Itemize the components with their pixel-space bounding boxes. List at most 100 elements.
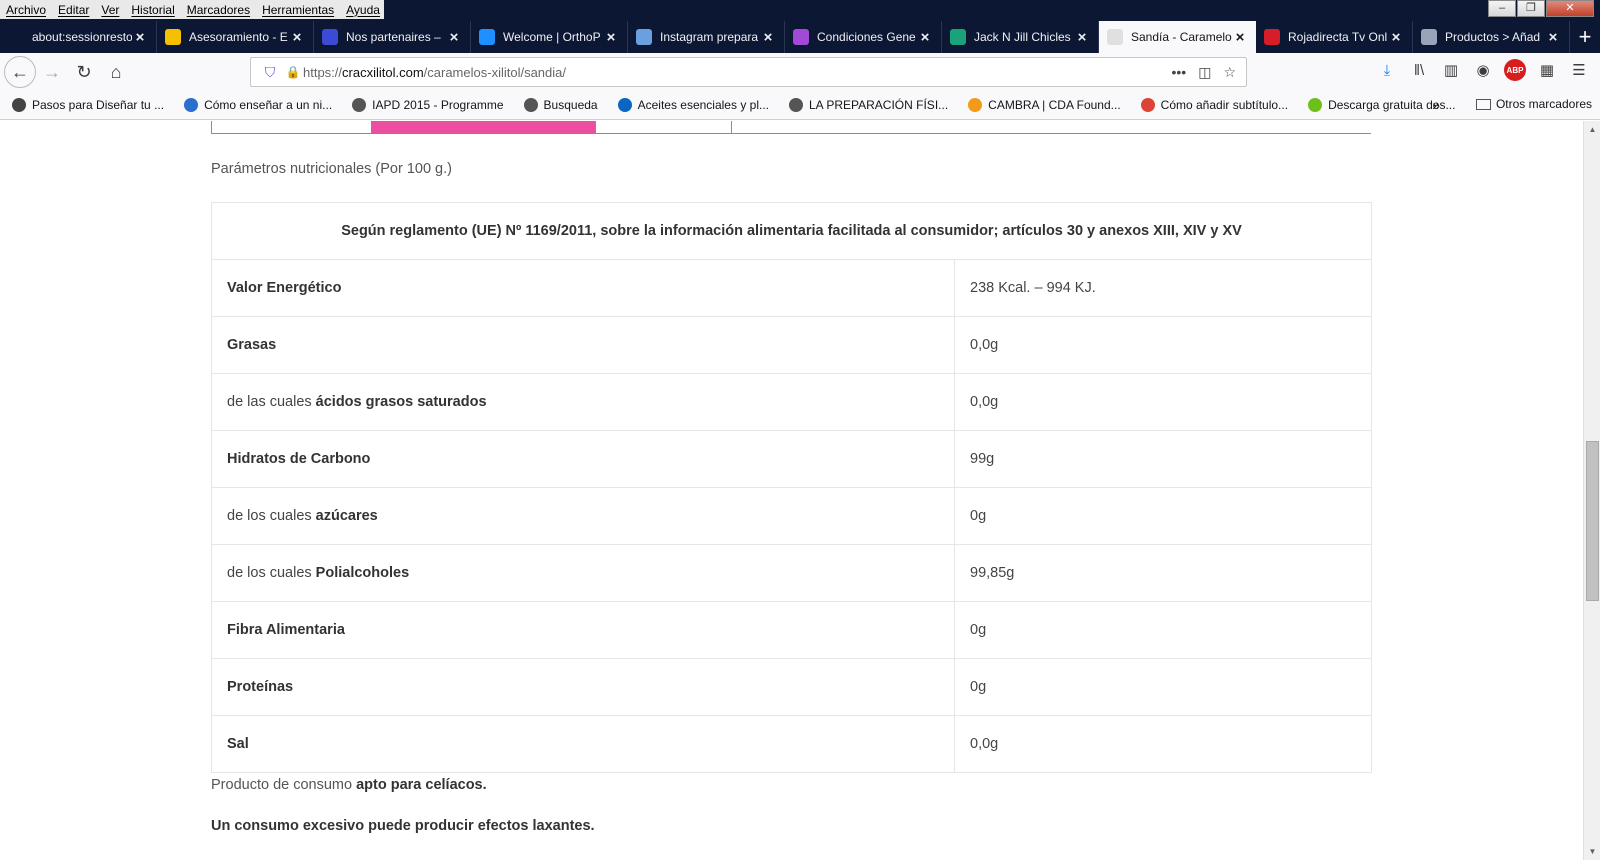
bookmark-label: LA PREPARACIÓN FÍSI... bbox=[809, 98, 949, 112]
forward-button[interactable]: → bbox=[36, 56, 68, 88]
menu-marcadores[interactable]: Marcadores bbox=[181, 3, 256, 17]
bookmark-star-icon[interactable]: ☆ bbox=[1223, 64, 1236, 81]
table-row: Grasas 0,0g bbox=[211, 316, 1372, 374]
home-button[interactable]: ⌂ bbox=[100, 56, 132, 88]
url-bar[interactable]: ⛉ 🔒 https://cracxilitol.com/caramelos-xi… bbox=[250, 57, 1247, 87]
new-tab-button[interactable]: + bbox=[1570, 21, 1600, 53]
table-row: Hidratos de Carbono 99g bbox=[211, 430, 1372, 488]
minimize-button[interactable]: – bbox=[1488, 0, 1516, 17]
sidebar-icon[interactable]: ▥ bbox=[1440, 59, 1462, 81]
reload-button[interactable]: ↻ bbox=[68, 56, 100, 88]
tab-close-icon[interactable]: × bbox=[446, 29, 462, 46]
other-bookmarks-folder[interactable]: Otros marcadores bbox=[1475, 97, 1592, 111]
tab-label: Sandía - Caramelo bbox=[1131, 30, 1232, 44]
nutrient-name: Sal bbox=[211, 715, 955, 773]
browser-tab[interactable]: Sandía - Caramelo × bbox=[1099, 21, 1256, 53]
bookmarks-overflow-icon[interactable]: » bbox=[1432, 97, 1440, 113]
bookmark-favicon-icon bbox=[1140, 98, 1155, 112]
tab-favicon-icon bbox=[950, 29, 966, 45]
tab-close-icon[interactable]: × bbox=[603, 29, 619, 46]
bookmark-item[interactable]: IAPD 2015 - Programme bbox=[340, 98, 511, 112]
account-icon[interactable]: ◉ bbox=[1472, 59, 1494, 81]
bookmark-label: Aceites esenciales y pl... bbox=[637, 98, 769, 112]
browser-tab[interactable]: Productos > Añad × bbox=[1413, 21, 1570, 53]
menu-editar[interactable]: Editar bbox=[52, 3, 95, 17]
tab-close-icon[interactable]: × bbox=[1074, 29, 1090, 46]
bookmark-item[interactable]: Busqueda bbox=[512, 98, 606, 112]
url-text[interactable]: https://cracxilitol.com/caramelos-xilito… bbox=[303, 65, 1171, 80]
navigation-toolbar: ← → ↻ ⌂ ⛉ 🔒 https://cracxilitol.com/cara… bbox=[0, 53, 1600, 91]
browser-tab[interactable]: Asesoramiento - E × bbox=[157, 21, 314, 53]
tab-close-icon[interactable]: × bbox=[289, 29, 305, 46]
pocket-icon[interactable]: ◫ bbox=[1198, 64, 1211, 81]
bookmark-favicon-icon bbox=[789, 98, 803, 112]
page-actions-icon[interactable]: ••• bbox=[1171, 64, 1186, 81]
bookmark-item[interactable]: Cómo enseñar a un ni... bbox=[172, 98, 340, 112]
nutrient-value: 238 Kcal. – 994 KJ. bbox=[954, 259, 1372, 317]
scroll-down-arrow-icon[interactable]: ▼ bbox=[1584, 843, 1600, 860]
bookmark-favicon-icon bbox=[12, 98, 26, 112]
downloads-icon[interactable]: ⤓ bbox=[1376, 59, 1398, 81]
product-tabs-border bbox=[211, 121, 1371, 134]
nutrient-name: Fibra Alimentaria bbox=[211, 601, 955, 659]
table-row: Fibra Alimentaria 0g bbox=[211, 601, 1372, 659]
menu-ayuda[interactable]: Ayuda bbox=[340, 3, 386, 17]
bookmark-item[interactable]: Aceites esenciales y pl... bbox=[606, 98, 777, 112]
tracking-shield-icon[interactable]: ⛉ bbox=[257, 64, 283, 81]
page-scrollbar[interactable]: ▲ ▼ bbox=[1583, 121, 1600, 860]
menu-bar: Archivo Editar Ver Historial Marcadores … bbox=[0, 0, 384, 19]
close-window-button[interactable]: ✕ bbox=[1546, 0, 1594, 17]
bookmark-item[interactable]: CAMBRA | CDA Found... bbox=[956, 98, 1129, 112]
nutrient-value: 0,0g bbox=[954, 373, 1372, 431]
nutrient-label: Grasas bbox=[227, 337, 277, 353]
bookmark-item[interactable]: LA PREPARACIÓN FÍSI... bbox=[777, 98, 956, 112]
nutrient-label: Sal bbox=[227, 736, 249, 752]
menu-ver[interactable]: Ver bbox=[95, 3, 125, 17]
bookmark-favicon-icon bbox=[523, 98, 538, 112]
browser-tab[interactable]: Welcome | OrthoP × bbox=[471, 21, 628, 53]
menu-herramientas[interactable]: Herramientas bbox=[256, 3, 340, 17]
table-row: Sal 0,0g bbox=[211, 715, 1372, 773]
tab-close-icon[interactable]: × bbox=[917, 29, 933, 46]
extensions-icon[interactable]: ▦ bbox=[1536, 59, 1558, 81]
browser-tab[interactable]: Nos partenaires – × bbox=[314, 21, 471, 53]
nutrient-value: 0g bbox=[954, 487, 1372, 545]
bookmark-label: CAMBRA | CDA Found... bbox=[988, 98, 1121, 112]
tab-label: Productos > Añad bbox=[1445, 30, 1541, 44]
bookmark-item[interactable]: Pasos para Diseñar tu ... bbox=[0, 98, 172, 112]
menu-historial[interactable]: Historial bbox=[125, 3, 180, 17]
tab-favicon-icon bbox=[165, 29, 181, 45]
browser-tab[interactable]: Instagram prepara × bbox=[628, 21, 785, 53]
tab-close-icon[interactable]: × bbox=[760, 29, 776, 46]
bookmark-favicon-icon bbox=[617, 98, 632, 112]
maximize-button[interactable]: ❐ bbox=[1517, 0, 1545, 17]
nutrient-prefix: de los cuales bbox=[227, 565, 316, 581]
browser-tab[interactable]: Jack N Jill Chicles | × bbox=[942, 21, 1099, 53]
browser-tab[interactable]: Rojadirecta Tv Onl × bbox=[1256, 21, 1413, 53]
bookmark-favicon-icon bbox=[184, 98, 199, 112]
tab-close-icon[interactable]: × bbox=[132, 29, 148, 46]
bookmark-label: Cómo añadir subtítulo... bbox=[1160, 98, 1289, 112]
tab-close-icon[interactable]: × bbox=[1545, 29, 1561, 46]
tab-label: Condiciones Gene bbox=[817, 30, 916, 44]
scrollbar-thumb[interactable] bbox=[1586, 441, 1599, 601]
lock-icon[interactable]: 🔒 bbox=[283, 65, 303, 79]
browser-tab[interactable]: about:sessionrestore× bbox=[0, 21, 157, 53]
back-button[interactable]: ← bbox=[4, 56, 36, 88]
browser-tab[interactable]: Condiciones Gene × bbox=[785, 21, 942, 53]
bookmark-label: IAPD 2015 - Programme bbox=[372, 98, 504, 112]
product-tab-active[interactable] bbox=[371, 121, 595, 134]
library-icon[interactable]: ‖\ bbox=[1408, 59, 1430, 81]
menu-archivo[interactable]: Archivo bbox=[0, 3, 52, 17]
tab-label: Jack N Jill Chicles | bbox=[974, 30, 1074, 44]
hamburger-menu-icon[interactable]: ☰ bbox=[1568, 59, 1590, 81]
nutrient-name: Valor Energético bbox=[211, 259, 955, 317]
scroll-up-arrow-icon[interactable]: ▲ bbox=[1584, 121, 1600, 138]
nutrient-name: Hidratos de Carbono bbox=[211, 430, 955, 488]
bookmark-label: Cómo enseñar a un ni... bbox=[204, 98, 333, 112]
nutrient-label: Polialcoholes bbox=[315, 565, 410, 581]
bookmark-item[interactable]: Cómo añadir subtítulo... bbox=[1129, 98, 1296, 112]
tab-close-icon[interactable]: × bbox=[1232, 29, 1248, 46]
adblock-plus-icon[interactable]: ABP bbox=[1504, 59, 1526, 81]
tab-close-icon[interactable]: × bbox=[1388, 29, 1404, 46]
